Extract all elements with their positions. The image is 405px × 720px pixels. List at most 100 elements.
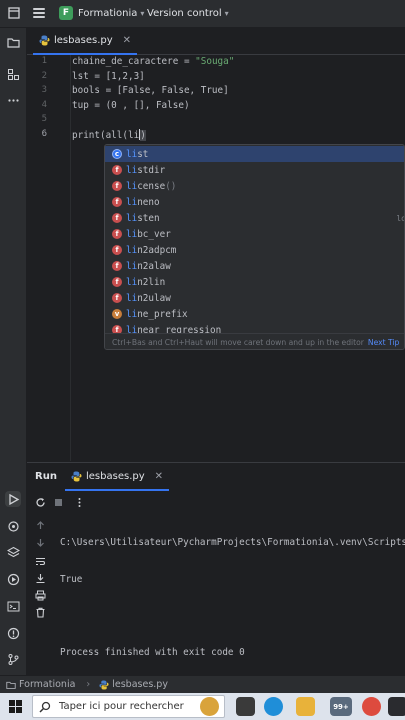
search-icon (39, 701, 51, 713)
stop-icon[interactable] (51, 495, 65, 509)
completion-item[interactable]: f li neno (105, 194, 404, 210)
run-tab-lesbases[interactable]: lesbases.py ✕ (65, 463, 170, 491)
line-number: 2 (41, 71, 47, 81)
main-menu-icon[interactable] (33, 8, 45, 18)
console-line: C:\Users\Utilisateur\PycharmProjects\For… (60, 537, 405, 548)
close-icon[interactable]: ✕ (123, 35, 131, 46)
edge-browser-icon[interactable] (264, 697, 283, 716)
completion-label: st (137, 148, 149, 160)
breadcrumb-file[interactable]: lesbases.py (112, 679, 168, 690)
scroll-to-end-icon[interactable] (34, 572, 46, 584)
rerun-icon[interactable] (33, 495, 47, 509)
run-tab-name: lesbases.py (86, 470, 145, 482)
completion-item[interactable]: f li n2ulaw (105, 290, 404, 306)
scroll-up-icon[interactable] (34, 519, 46, 531)
project-folder-icon[interactable] (5, 34, 21, 50)
breadcrumb[interactable]: Formationia › lesbases.py (6, 679, 168, 690)
window-icon[interactable] (8, 7, 20, 19)
completion-item[interactable]: f li cense() (105, 178, 404, 194)
function-icon: f (112, 197, 122, 207)
git-icon[interactable] (5, 651, 21, 667)
next-tip-link[interactable]: Next Tip (368, 338, 399, 347)
completion-item[interactable]: v li ne_prefix (105, 306, 404, 322)
completion-label: n2alaw (137, 260, 171, 272)
completion-label: n2lin (137, 276, 166, 288)
soft-wrap-icon[interactable] (34, 555, 46, 567)
completion-item[interactable]: f li n2alaw (105, 258, 404, 274)
chevron-down-icon: ▾ (224, 9, 229, 18)
tab-filename: lesbases.py (54, 35, 113, 46)
completion-match: li (126, 244, 138, 256)
completion-item[interactable]: flisten lo (105, 210, 404, 226)
completion-item[interactable]: f li n2lin (105, 274, 404, 290)
completion-match: li (126, 148, 138, 160)
completion-match: li (126, 276, 138, 288)
completion-match: li (126, 228, 138, 240)
completion-item[interactable]: f li n2adpcm (105, 242, 404, 258)
run-console-output[interactable]: C:\Users\Utilisateur\PycharmProjects\For… (60, 515, 405, 683)
run-header: Run lesbases.py ✕ (27, 463, 405, 491)
file-explorer-icon[interactable] (296, 697, 315, 716)
folder-icon (6, 681, 16, 689)
run-side-toolbar (27, 513, 53, 676)
breadcrumb-separator: › (86, 679, 91, 690)
completion-item[interactable]: f li bc_ver (105, 226, 404, 242)
completion-label: n2ulaw (137, 292, 171, 304)
function-icon: f (112, 245, 122, 255)
trash-icon[interactable] (34, 606, 46, 618)
completion-suffix: () (165, 180, 177, 192)
code-token: ) (140, 130, 146, 141)
python-file-icon (99, 679, 109, 690)
function-icon: f (112, 277, 122, 287)
code-token: print(all( (72, 130, 128, 141)
close-icon[interactable]: ✕ (155, 471, 163, 482)
project-selector[interactable]: Formationia ▾ (78, 8, 144, 19)
layers-icon[interactable] (5, 544, 21, 560)
completion-label: cense (137, 180, 166, 192)
project-badge[interactable]: F (59, 6, 73, 20)
widget-icon[interactable] (200, 697, 219, 716)
completion-match: li (126, 292, 138, 304)
more-options-icon[interactable] (72, 495, 86, 509)
completion-item[interactable]: c li st (105, 146, 404, 162)
structure-icon[interactable] (5, 66, 21, 82)
line-number: 1 (41, 56, 47, 66)
windows-taskbar: Taper ici pour rechercher 99+ (0, 693, 405, 720)
completion-match: li (126, 308, 138, 320)
completion-label: neno (137, 196, 160, 208)
pycharm-icon[interactable] (388, 697, 405, 716)
function-icon: f (112, 213, 122, 223)
breadcrumb-project[interactable]: Formationia (19, 679, 75, 690)
chrome-browser-icon[interactable] (362, 697, 381, 716)
windows-start-icon[interactable] (9, 700, 22, 713)
task-view-icon[interactable] (236, 697, 255, 716)
completion-label: bc_ver (137, 228, 171, 240)
run-panel-title: Run (35, 471, 57, 482)
title-bar: F Formationia ▾ Version control ▾ (0, 0, 405, 28)
terminal-icon[interactable] (5, 598, 21, 614)
scroll-down-icon[interactable] (34, 536, 46, 548)
typed-text: li (127, 130, 140, 141)
python-file-icon (71, 471, 82, 481)
run-tool-icon[interactable] (5, 491, 21, 507)
services-icon[interactable] (5, 571, 21, 587)
search-placeholder: Taper ici pour rechercher (59, 701, 184, 712)
version-control-menu[interactable]: Version control ▾ (147, 8, 229, 19)
completion-label: stdir (137, 164, 166, 176)
mail-icon[interactable]: 99+ (330, 697, 352, 716)
code-line-4: tup = (0 , [], False) (72, 100, 190, 111)
function-icon: f (112, 181, 122, 191)
python-packages-icon[interactable] (5, 518, 21, 534)
print-icon[interactable] (34, 589, 46, 601)
completion-item[interactable]: f li stdir (105, 162, 404, 178)
more-tools-icon[interactable] (5, 92, 21, 108)
completion-footer: Ctrl+Bas and Ctrl+Haut will move caret d… (105, 333, 404, 349)
version-control-label: Version control (147, 8, 222, 19)
problems-icon[interactable] (5, 625, 21, 641)
console-line: Process finished with exit code 0 (60, 646, 245, 658)
variable-icon: v (112, 309, 122, 319)
function-icon: f (112, 293, 122, 303)
tab-lesbases[interactable]: lesbases.py ✕ (33, 28, 138, 55)
taskbar-search[interactable]: Taper ici pour rechercher (32, 695, 225, 718)
